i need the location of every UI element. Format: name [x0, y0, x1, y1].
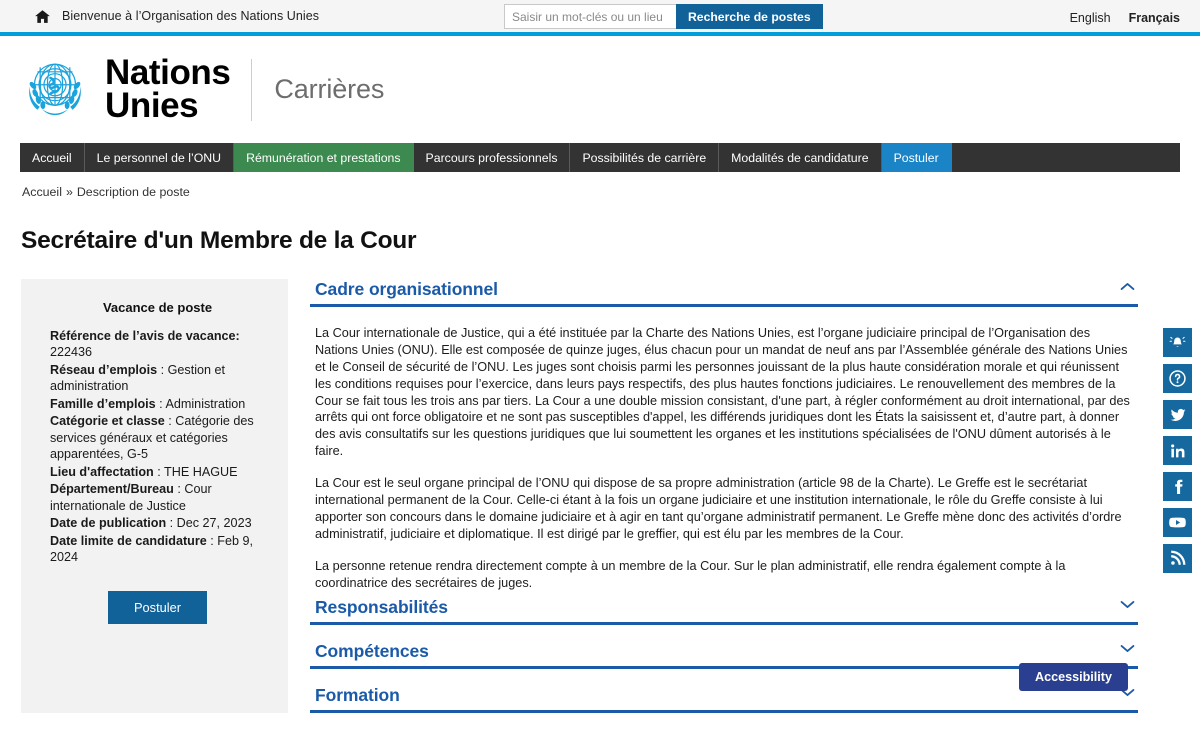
brand-line-2: Unies	[105, 85, 199, 125]
nav-item-modalites-candidature[interactable]: Modalités de candidature	[719, 143, 882, 172]
vacancy-field-famille-emplois: Famille d’emplois : Administration	[50, 396, 265, 412]
nav-item-postuler[interactable]: Postuler	[881, 143, 952, 172]
apply-button[interactable]: Postuler	[108, 590, 207, 624]
chevron-down-icon[interactable]	[1119, 599, 1136, 618]
breadcrumb: Accueil» Description de poste	[22, 185, 1200, 199]
youtube-icon[interactable]	[1163, 508, 1192, 537]
breadcrumb-item-current: Description de poste	[76, 185, 190, 199]
chevron-up-icon[interactable]	[1119, 281, 1136, 300]
nav-item-possibilites-carriere[interactable]: Possibilités de carrière	[570, 143, 720, 172]
main-navigation: Accueil Le personnel de l’ONU Rémunérati…	[20, 143, 1180, 172]
vacancy-field-date-publication-label: Date de publication	[50, 516, 167, 531]
section-title-competences: Compétences	[315, 641, 429, 662]
section-cadre-organisationnel: Cadre organisationnel La Cour internatio…	[310, 279, 1138, 597]
vacancy-field-departement-bureau-label: Département/Bureau	[50, 482, 174, 497]
brand-line-1: Nations	[105, 53, 231, 93]
vacancy-card-title: Vacance de poste	[102, 300, 213, 315]
section-header-responsabilites[interactable]: Responsabilités	[310, 597, 1138, 626]
breadcrumb-item-accueil[interactable]: Accueil	[22, 185, 62, 199]
brand-header: Nations Unies Carrières	[0, 36, 1200, 143]
job-description-panel: Cadre organisationnel La Cour internatio…	[310, 279, 1200, 714]
utility-bar: Bienvenue à l’Organisation des Nations U…	[0, 0, 1200, 36]
vacancy-field-date-limite-sep: :	[206, 533, 214, 548]
vacancy-field-reference-sep: :	[235, 329, 240, 343]
vacancy-field-date-limite: Date limite de candidature : Feb 9, 2024	[50, 533, 265, 566]
nav-item-parcours-professionnels[interactable]: Parcours professionnels	[414, 143, 571, 172]
search-input[interactable]	[504, 4, 676, 29]
language-link-francais[interactable]: Français	[1129, 11, 1180, 25]
section-responsabilites: Responsabilités	[310, 597, 1138, 626]
vacancy-field-lieu-affectation-label: Lieu d'affectation	[50, 464, 154, 479]
vacancy-field-reseau-emplois: Réseau d’emplois : Gestion et administra…	[50, 362, 265, 395]
vacancy-field-lieu-affectation-value: THE HAGUE	[160, 464, 238, 479]
welcome-group: Bienvenue à l’Organisation des Nations U…	[34, 8, 319, 25]
linkedin-icon[interactable]	[1163, 436, 1192, 465]
vacancy-field-reseau-emplois-label: Réseau d’emplois	[50, 362, 158, 377]
un-emblem-icon	[17, 49, 93, 130]
twitter-icon[interactable]	[1163, 400, 1192, 429]
section-title-formation: Formation	[315, 685, 400, 706]
chevron-down-icon[interactable]	[1119, 643, 1136, 662]
breadcrumb-separator: »	[65, 185, 73, 199]
vacancy-field-reference: Référence de l’avis de vacance: 222436	[50, 328, 265, 361]
apply-button-wrapper: Postuler	[50, 590, 265, 624]
job-search-button[interactable]: Recherche de postes	[676, 4, 823, 29]
section-title-cadre-organisationnel: Cadre organisationnel	[315, 279, 498, 299]
accessibility-button[interactable]: Accessibility	[1018, 663, 1128, 691]
facebook-icon[interactable]	[1163, 472, 1192, 501]
vacancy-field-categorie-classe-sep: :	[164, 414, 172, 429]
vacancy-field-lieu-affectation-sep: :	[153, 464, 161, 479]
home-icon[interactable]	[34, 8, 51, 25]
vacancy-field-famille-emplois-value: Administration	[162, 396, 246, 411]
vacancy-field-departement-bureau-sep: :	[173, 482, 181, 497]
rss-icon[interactable]	[1163, 544, 1192, 573]
brand-wordmark[interactable]: Nations Unies	[105, 53, 231, 125]
notification-bell-icon[interactable]	[1163, 328, 1192, 357]
vacancy-field-famille-emplois-sep: :	[155, 396, 163, 411]
vacancy-field-date-publication: Date de publication : Dec 27, 2023	[50, 515, 265, 531]
vacancy-field-famille-emplois-label: Famille d’emplois	[50, 396, 156, 411]
section-title-responsabilites: Responsabilités	[315, 597, 448, 618]
section-header-formation[interactable]: Formation	[310, 685, 1138, 714]
nav-item-accueil[interactable]: Accueil	[20, 143, 85, 172]
language-link-english[interactable]: English	[1070, 11, 1111, 25]
section-competences: Compétences	[310, 641, 1138, 670]
section-header-cadre-organisationnel[interactable]: Cadre organisationnel	[310, 279, 1138, 307]
vacancy-field-reference-value: 222436	[50, 345, 93, 360]
vacancy-field-lieu-affectation: Lieu d'affectation : THE HAGUE	[50, 464, 265, 480]
paragraph: La Cour internationale de Justice, qui a…	[315, 326, 1130, 459]
nav-item-personnel-onu[interactable]: Le personnel de l’ONU	[85, 143, 235, 172]
job-search-group: Recherche de postes	[504, 4, 823, 29]
brand-section-title: Carrières	[274, 74, 385, 104]
language-switcher: English Français	[1070, 0, 1180, 36]
brand-divider	[251, 58, 253, 121]
vacancy-field-categorie-classe-label: Catégorie et classe	[50, 414, 165, 429]
vacancy-field-date-publication-value: Dec 27, 2023	[173, 516, 252, 531]
vacancy-field-reference-label: Référence de l’avis de vacance	[50, 329, 236, 343]
nav-item-remuneration-prestations[interactable]: Rémunération et prestations	[234, 143, 414, 172]
section-header-competences[interactable]: Compétences	[310, 641, 1138, 670]
paragraph: La personne retenue rendra directement c…	[315, 558, 1066, 590]
vacancy-field-date-limite-label: Date limite de candidature	[50, 533, 207, 548]
vacancy-card: Vacance de poste Référence de l’avis de …	[21, 279, 288, 714]
section-body-cadre-organisationnel: La Cour internationale de Justice, qui a…	[310, 307, 1138, 597]
social-media-rail	[1163, 328, 1192, 573]
vacancy-field-departement-bureau: Département/Bureau : Cour internationale…	[50, 481, 265, 514]
content-area: Vacance de poste Référence de l’avis de …	[21, 279, 1200, 714]
page-title: Secrétaire d'un Membre de la Cour	[21, 227, 417, 254]
welcome-text: Bienvenue à l’Organisation des Nations U…	[62, 9, 320, 23]
section-formation: Formation	[310, 685, 1138, 714]
paragraph: La Cour est le seul organe principal de …	[315, 476, 1122, 541]
help-question-icon[interactable]	[1163, 364, 1192, 393]
vacancy-field-categorie-classe: Catégorie et classe : Catégorie des serv…	[50, 413, 265, 462]
